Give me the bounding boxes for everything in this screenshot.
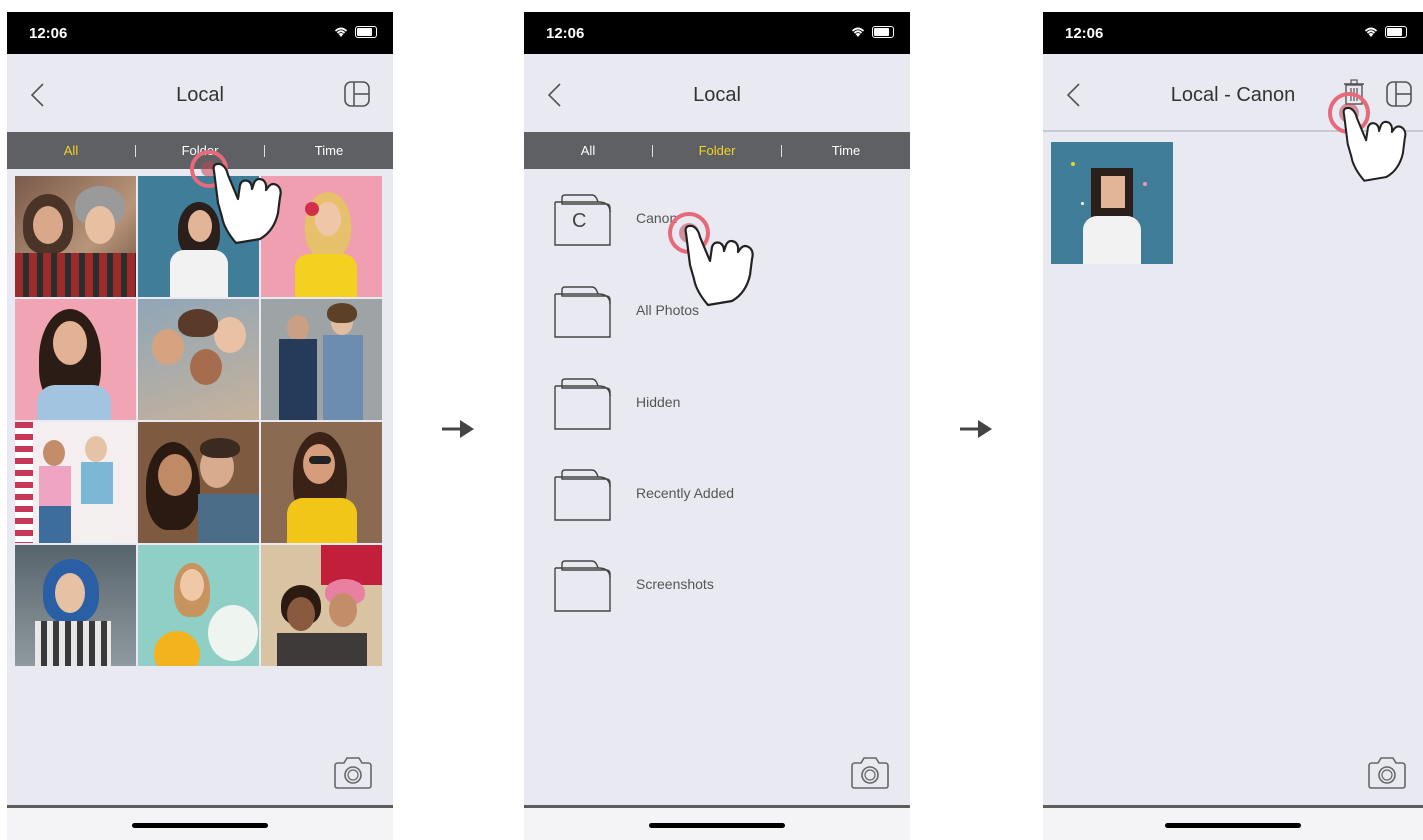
folder-item-recently-added[interactable]: Recently Added: [552, 465, 910, 525]
collage-layout-icon[interactable]: [343, 80, 371, 108]
tab-folder[interactable]: Folder: [653, 143, 781, 158]
folder-icon: [554, 378, 611, 430]
nav-bar: Local: [7, 54, 393, 132]
home-indicator[interactable]: [1165, 823, 1301, 828]
home-indicator[interactable]: [132, 823, 268, 828]
folder-label: Recently Added: [636, 485, 735, 501]
photo-thumbnail[interactable]: [138, 299, 259, 420]
status-time: 12:06: [29, 25, 68, 42]
home-indicator-bar: [524, 805, 910, 840]
photo-thumbnail[interactable]: [15, 422, 136, 543]
battery-icon: [1385, 26, 1407, 38]
photo-thumbnail[interactable]: [138, 545, 259, 666]
tab-time[interactable]: Time: [265, 143, 393, 158]
folder-label: Screenshots: [636, 576, 714, 592]
folder-item-screenshots[interactable]: Screenshots: [552, 556, 910, 616]
status-bar: 12:06: [524, 12, 910, 54]
status-time: 12:06: [1065, 25, 1104, 42]
page-title: Local: [176, 84, 224, 106]
photo-thumbnail[interactable]: [261, 299, 382, 420]
folder-icon: [554, 286, 611, 338]
tab-all[interactable]: All: [7, 143, 135, 158]
photo-thumbnail[interactable]: [15, 176, 136, 297]
arrow-right-icon: [960, 420, 992, 438]
pointing-hand-icon: [212, 162, 282, 245]
folder-item-hidden[interactable]: Hidden: [552, 374, 910, 434]
status-time: 12:06: [546, 25, 585, 42]
pointing-hand-icon: [684, 224, 754, 307]
battery-icon: [872, 26, 894, 38]
status-bar: 12:06: [1043, 12, 1423, 54]
home-indicator[interactable]: [649, 823, 785, 828]
filter-tabs: All Folder Time: [524, 132, 910, 169]
home-indicator-bar: [1043, 805, 1423, 840]
photo-thumbnail[interactable]: [15, 545, 136, 666]
photo-thumbnail[interactable]: [15, 299, 136, 420]
page-title: Local: [693, 84, 741, 106]
pointing-hand-icon: [1342, 106, 1407, 182]
battery-icon: [355, 26, 377, 38]
photo-thumbnail[interactable]: [138, 422, 259, 543]
wifi-icon: [334, 27, 348, 37]
home-indicator-bar: [7, 805, 393, 840]
folder-letter: C: [572, 210, 587, 232]
tab-all[interactable]: All: [524, 143, 652, 158]
folder-icon: [554, 560, 611, 612]
phone-screen-folders: 12:06 Local All Folder Time C Canon All …: [524, 12, 910, 840]
phone-screen-all-photos: 12:06 Local All Folder Time: [7, 12, 393, 840]
camera-icon[interactable]: [850, 756, 890, 790]
wifi-icon: [1364, 27, 1378, 37]
status-bar: 12:06: [7, 12, 393, 54]
tab-time[interactable]: Time: [782, 143, 910, 158]
photo-thumbnail[interactable]: [1051, 142, 1173, 264]
camera-icon[interactable]: [1367, 756, 1407, 790]
camera-icon[interactable]: [333, 756, 373, 790]
photo-thumbnail[interactable]: [261, 422, 382, 543]
photo-grid: [15, 176, 385, 666]
arrow-right-icon: [442, 420, 474, 438]
folder-label: Hidden: [636, 394, 681, 410]
phone-screen-canon-folder: 12:06 Local - Canon: [1043, 12, 1423, 840]
photo-thumbnail[interactable]: [261, 545, 382, 666]
nav-bar: Local: [524, 54, 910, 132]
folder-icon: [554, 469, 611, 521]
wifi-icon: [851, 27, 865, 37]
